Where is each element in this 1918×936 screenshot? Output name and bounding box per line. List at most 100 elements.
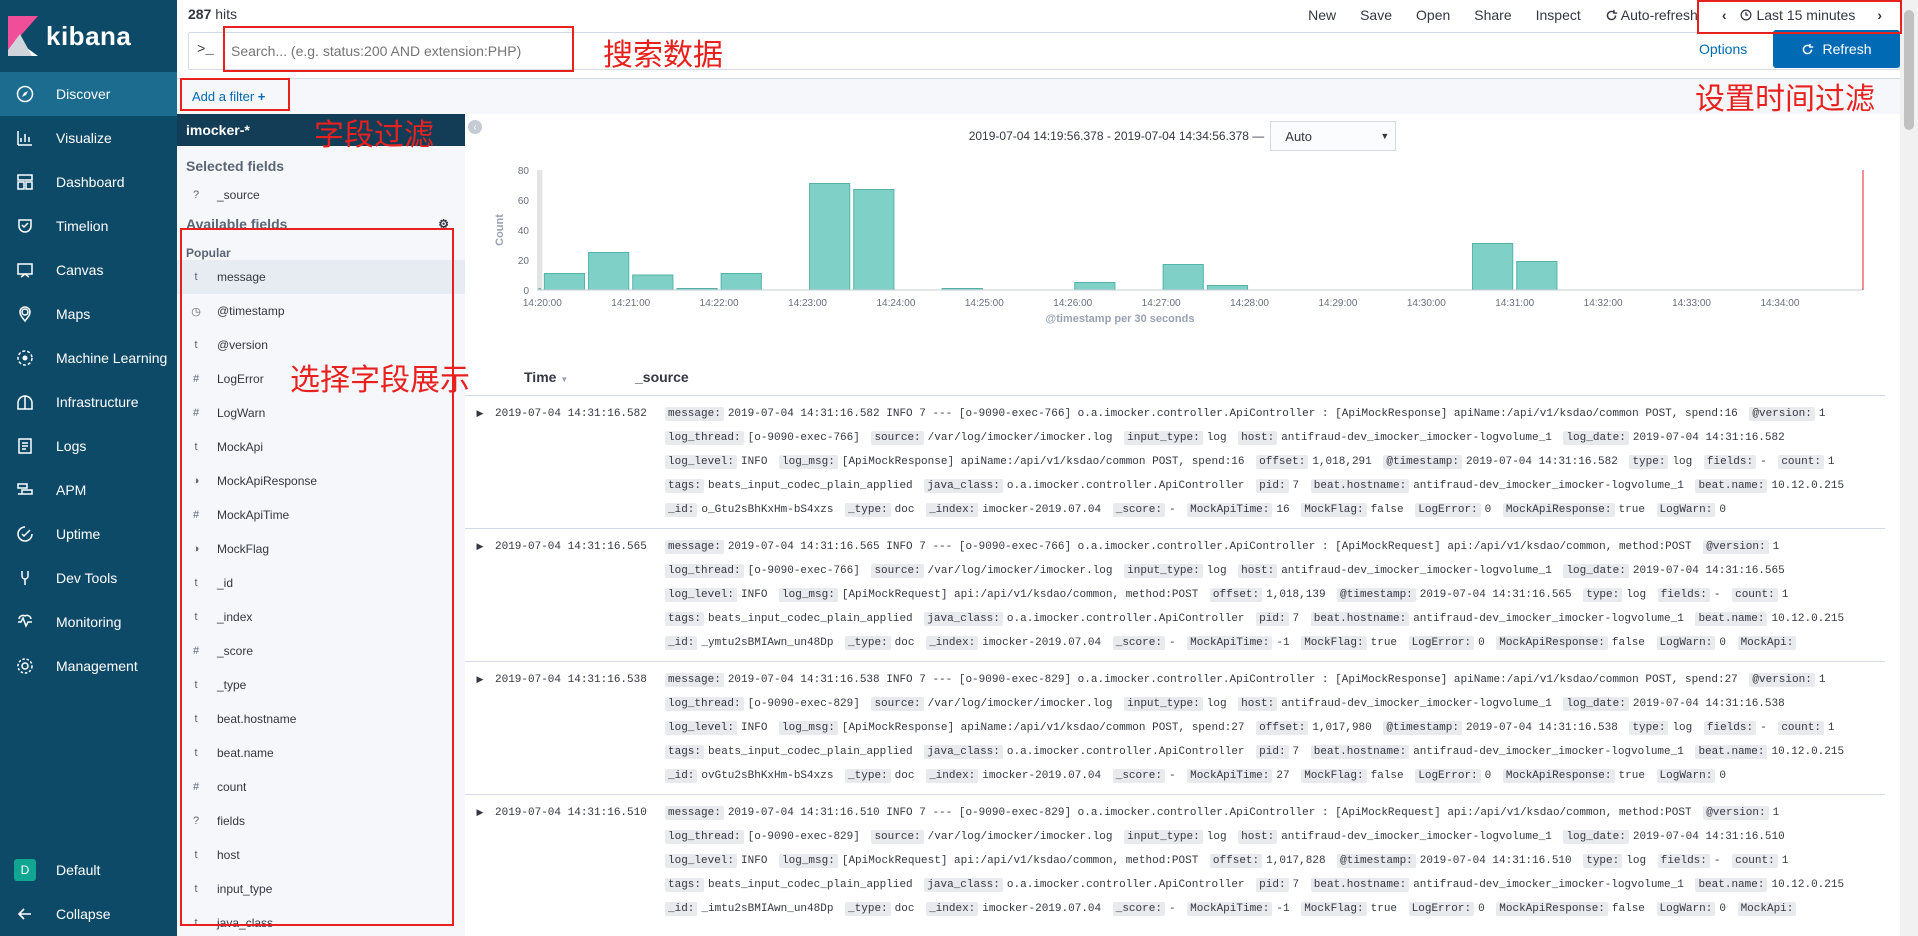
- menu-new[interactable]: New: [1308, 7, 1336, 23]
- source-field-value: 2019-07-04 14:31:16.582: [1466, 456, 1618, 468]
- histogram-bar[interactable]: [1472, 243, 1514, 291]
- source-field-value: 2019-07-04 14:31:16.510: [1632, 831, 1785, 843]
- table-row[interactable]: ▶ 2019-07-04 14:31:16.510 message: 2019-07-…: [465, 794, 1885, 927]
- source-field-value: doc: [894, 504, 915, 516]
- histogram-header: 2019-07-04 14:19:56.378 - 2019-07-04 14:…: [465, 120, 1900, 152]
- source-field-key: @version:: [1703, 806, 1769, 820]
- sidebar-item-canvas[interactable]: Canvas: [0, 248, 177, 292]
- menu-open[interactable]: Open: [1416, 7, 1450, 23]
- x-tick-label: 14:29:00: [1318, 298, 1357, 309]
- x-tick-label: 14:34:00: [1760, 298, 1799, 309]
- sidebar-item-monitoring[interactable]: Monitoring: [0, 600, 177, 644]
- histogram-chart[interactable]: 0 20 40 60 80 Count 14:20:00 14:21:00 14:22:00 14…: [485, 160, 1885, 350]
- sidebar-item-visualize[interactable]: Visualize: [0, 116, 177, 160]
- scrollbar-thumb[interactable]: [1904, 10, 1914, 130]
- source-field-value: false: [1370, 770, 1404, 782]
- field-item[interactable]: ? _source: [177, 180, 465, 210]
- source-field-value: log: [1626, 589, 1647, 601]
- filter-bar: Add a filter +: [177, 78, 1900, 114]
- arrow-left-icon: [14, 903, 36, 925]
- x-tick-label: 14:33:00: [1672, 298, 1711, 309]
- column-time-header[interactable]: Time ▼: [465, 369, 633, 385]
- source-field-key: _type:: [845, 636, 891, 650]
- source-field-key: _id:: [665, 902, 698, 916]
- sidebar-item-infrastructure[interactable]: Infrastructure: [0, 380, 177, 424]
- source-field-value: 1: [1772, 541, 1780, 553]
- source-field-key: message:: [665, 407, 724, 421]
- table-row[interactable]: ▶ 2019-07-04 14:31:16.582 message: 2019-07-…: [465, 395, 1885, 528]
- x-tick-label: 14:21:00: [611, 298, 650, 309]
- source-field-value: imocker-2019.07.04: [982, 903, 1102, 915]
- source-field-value: 2019-07-04 14:31:16.538: [1632, 698, 1785, 710]
- sidebar-item-uptime[interactable]: Uptime: [0, 512, 177, 556]
- query-language-prompt[interactable]: >_: [197, 42, 214, 58]
- histogram-bar[interactable]: [809, 183, 851, 291]
- table-row[interactable]: ▶ 2019-07-04 14:31:16.538 message: 2019-07-…: [465, 661, 1885, 794]
- source-field-key: fields:: [1657, 588, 1710, 602]
- sidebar-item-dashboard[interactable]: Dashboard: [0, 160, 177, 204]
- collapse-button[interactable]: Collapse: [0, 892, 177, 936]
- sidebar-item-logs[interactable]: Logs: [0, 424, 177, 468]
- source-field-key: pid:: [1256, 479, 1289, 493]
- menu-save[interactable]: Save: [1360, 7, 1392, 23]
- sidebar-item-dev-tools[interactable]: Dev Tools: [0, 556, 177, 600]
- sidebar-item-maps[interactable]: Maps: [0, 292, 177, 336]
- sidebar-item-timelion[interactable]: Timelion: [0, 204, 177, 248]
- source-field-key: java_class:: [924, 878, 1003, 892]
- source-field-value: -: [1713, 589, 1721, 601]
- sidebar-item-apm[interactable]: APM: [0, 468, 177, 512]
- source-field-key: java_class:: [924, 479, 1003, 493]
- source-field-key: MockApi:: [1737, 636, 1797, 650]
- source-field-value: -1: [1276, 903, 1290, 915]
- kibana-logo[interactable]: kibana: [0, 0, 177, 72]
- auto-refresh-button[interactable]: Auto-refresh: [1605, 7, 1698, 23]
- source-field-value: [ApiMockRequest] api:/api/v1/ksdao/commo…: [841, 855, 1199, 867]
- histogram-bar[interactable]: [1074, 282, 1116, 291]
- source-field-key: count:: [1778, 721, 1824, 735]
- histogram-bar[interactable]: [588, 252, 630, 291]
- refresh-button[interactable]: Refresh: [1773, 30, 1900, 68]
- source-field-value: 1: [1818, 408, 1826, 420]
- page-scrollbar[interactable]: [1900, 0, 1918, 936]
- source-field-key: pid:: [1256, 878, 1289, 892]
- table-row[interactable]: ▶ 2019-07-04 14:31:16.565 message: 2019-07-…: [465, 528, 1885, 661]
- histogram-bar[interactable]: [1516, 261, 1558, 291]
- source-field-value: 1: [1781, 855, 1789, 867]
- source-field-value: 2019-07-04 14:31:16.510: [1419, 855, 1572, 867]
- histogram-bar[interactable]: [1162, 264, 1204, 291]
- sidebar-item-machine-learning[interactable]: Machine Learning: [0, 336, 177, 380]
- histogram-bar[interactable]: [853, 189, 895, 291]
- sort-icon[interactable]: ▼: [560, 375, 568, 384]
- source-field-value: 2019-07-04 14:31:16.510 INFO 7 --- [o-90…: [727, 807, 1692, 819]
- expand-row-icon[interactable]: ▶: [465, 402, 495, 522]
- sidebar-item-discover[interactable]: Discover: [0, 72, 177, 116]
- histogram-bar[interactable]: [543, 273, 586, 291]
- histogram-bar[interactable]: [632, 274, 674, 291]
- sidebar-item-management[interactable]: Management: [0, 644, 177, 688]
- options-button[interactable]: Options: [1699, 41, 1747, 57]
- menu-inspect[interactable]: Inspect: [1536, 7, 1581, 23]
- interval-select[interactable]: Auto ▼: [1270, 121, 1397, 151]
- source-field-value: -: [1760, 456, 1767, 468]
- source-field-key: log_date:: [1563, 564, 1629, 578]
- compass-icon: [14, 83, 36, 105]
- x-tick-label: 14:31:00: [1495, 298, 1534, 309]
- expand-row-icon[interactable]: ▶: [465, 801, 495, 921]
- expand-row-icon[interactable]: ▶: [465, 668, 495, 788]
- source-field-key: source:: [871, 564, 924, 578]
- expand-row-icon[interactable]: ▶: [465, 535, 495, 655]
- space-selector[interactable]: D Default: [0, 848, 177, 892]
- collapse-label: Collapse: [56, 906, 111, 922]
- source-field-key: beat.name:: [1695, 745, 1768, 759]
- y-tick-label: 0: [523, 286, 529, 297]
- histogram-bar[interactable]: [1206, 285, 1249, 291]
- menu-share[interactable]: Share: [1474, 7, 1511, 23]
- source-field-key: MockApiTime:: [1187, 902, 1273, 916]
- source-field-key: _type:: [845, 902, 891, 916]
- source-field-value: 2019-07-04 14:31:16.565 INFO 7 --- [o-90…: [727, 541, 1692, 553]
- row-timestamp: 2019-07-04 14:31:16.565: [495, 541, 647, 553]
- histogram-bar[interactable]: [720, 273, 762, 291]
- source-field-key: MockFlag:: [1301, 902, 1367, 916]
- source-field-value: INFO: [741, 722, 768, 734]
- source-field-key: _score:: [1112, 902, 1165, 916]
